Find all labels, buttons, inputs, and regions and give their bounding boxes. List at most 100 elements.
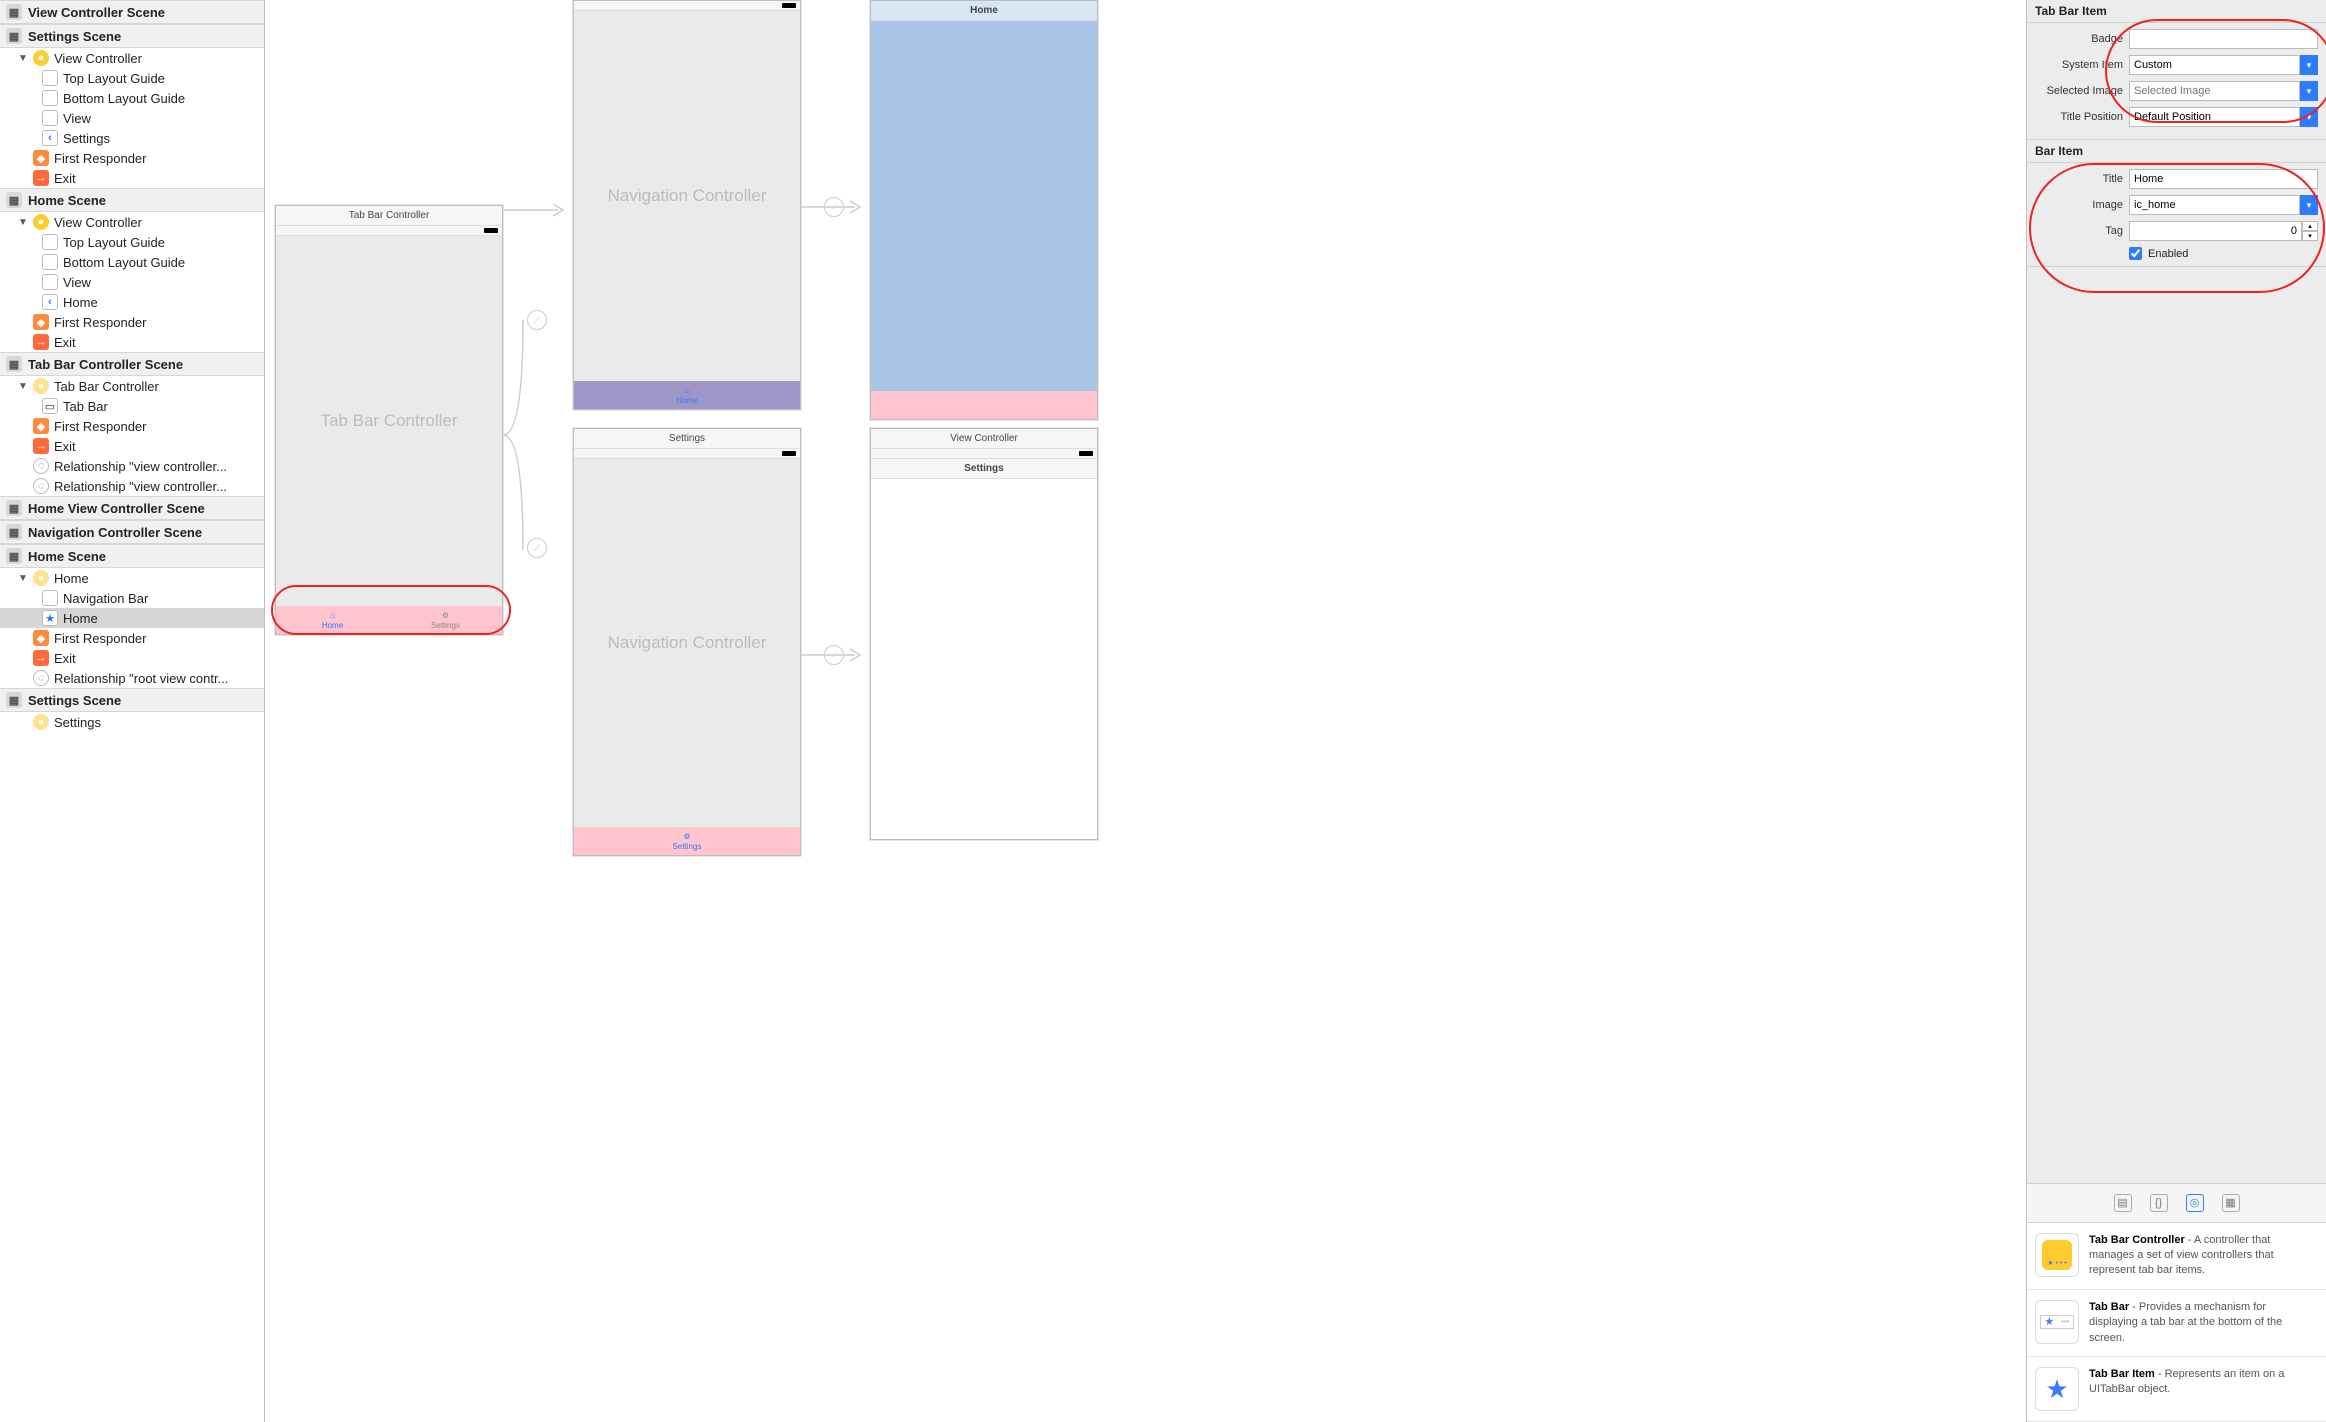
disclosure-triangle-icon[interactable]: ▼ (18, 53, 28, 64)
tab-bar[interactable]: ⌂ Home ⚙ Settings (276, 606, 502, 634)
title-input[interactable] (2129, 169, 2318, 189)
outline-row[interactable]: ▼●Home (0, 568, 264, 588)
scene-tabbar-controller[interactable]: Tab Bar Controller Tab Bar Controller ⌂ … (275, 205, 503, 635)
tab-settings[interactable]: ⚙ Settings (389, 606, 502, 634)
exit-icon: → (33, 334, 49, 350)
outline-row[interactable]: ▼●Tab Bar Controller (0, 376, 264, 396)
outline-row[interactable]: →Exit (0, 168, 264, 188)
outline-row[interactable]: ‹ Home (0, 292, 264, 312)
cube-icon: ◆ (33, 314, 49, 330)
disclosure-triangle-icon[interactable]: ▼ (18, 381, 28, 392)
object-library[interactable]: ★ • • •Tab Bar Controller - A controller… (2027, 1223, 2326, 1422)
dropdown-button[interactable]: ▾ (2300, 55, 2318, 75)
library-item[interactable]: ★Tab Bar Item - Represents an item on a … (2027, 1357, 2326, 1422)
badge-input[interactable] (2129, 29, 2318, 49)
dropdown-button[interactable]: ▾ (2300, 107, 2318, 127)
library-item[interactable]: ★ • • •Tab Bar Controller - A controller… (2027, 1223, 2326, 1290)
outline-row[interactable]: ◆First Responder (0, 416, 264, 436)
vc-w-icon: ● (33, 714, 49, 730)
outline-row[interactable]: Navigation Bar (0, 588, 264, 608)
scene-header[interactable]: ▦View Controller Scene (0, 0, 264, 24)
outline-label: Home (54, 571, 89, 586)
tab-settings: ⚙ Settings (574, 827, 800, 855)
outline-label: Settings (63, 131, 110, 146)
cube-icon: ◆ (33, 630, 49, 646)
selected-image-input[interactable] (2129, 81, 2300, 101)
enabled-checkbox[interactable] (2129, 247, 2142, 260)
scene-header[interactable]: ▦Tab Bar Controller Scene (0, 352, 264, 376)
outline-row[interactable]: ◆First Responder (0, 628, 264, 648)
outline-row[interactable]: ★Home (0, 608, 264, 628)
outline-row[interactable]: ◆First Responder (0, 148, 264, 168)
outline-row[interactable]: →Exit (0, 332, 264, 352)
outline-row[interactable]: View (0, 272, 264, 292)
bottom-bar (871, 391, 1097, 419)
tab-label: Settings (673, 842, 702, 851)
outline-row[interactable]: ◌Relationship "view controller... (0, 456, 264, 476)
tab-home: ⌂ Home (574, 381, 800, 409)
image-input[interactable] (2129, 195, 2300, 215)
disclosure-triangle-icon[interactable]: ▼ (18, 217, 28, 228)
disclosure-triangle-icon[interactable]: ▼ (18, 573, 28, 584)
outline-row[interactable]: →Exit (0, 436, 264, 456)
outline-row[interactable]: →Exit (0, 648, 264, 668)
outline-row[interactable]: ◌Relationship "view controller... (0, 476, 264, 496)
outline-row[interactable]: View (0, 108, 264, 128)
scene-nav-controller-settings[interactable]: Settings Navigation Controller ⚙ Setting… (573, 428, 801, 856)
outline-row[interactable]: Bottom Layout Guide (0, 252, 264, 272)
file-template-tab-icon[interactable]: ▤ (2114, 1194, 2132, 1212)
library-tabs[interactable]: ▤ {} ◎ ▦ (2027, 1183, 2326, 1223)
nav-title: Settings (574, 429, 800, 449)
scene-header[interactable]: ▦Settings Scene (0, 24, 264, 48)
scene-header[interactable]: ▦Navigation Controller Scene (0, 520, 264, 544)
scene-home-vc[interactable]: Home (870, 0, 1098, 420)
scene-header[interactable]: ▦Settings Scene (0, 688, 264, 712)
outline-row[interactable]: ▼●View Controller (0, 48, 264, 68)
outline-label: Top Layout Guide (63, 235, 165, 250)
outline-label: Home (63, 295, 98, 310)
outline-row[interactable]: Bottom Layout Guide (0, 88, 264, 108)
library-item[interactable]: ★•••Tab Bar - Provides a mechanism for d… (2027, 1290, 2326, 1357)
rel-icon: ◌ (33, 670, 49, 686)
outline-row[interactable]: ▭ Tab Bar (0, 396, 264, 416)
back-icon: ‹ (42, 294, 58, 310)
tabbar-icon: ▭ (42, 398, 58, 414)
outline-label: View (63, 111, 91, 126)
scene-icon: ▦ (6, 500, 22, 516)
scene-header[interactable]: ▦Home View Controller Scene (0, 496, 264, 520)
outline-row[interactable]: ●Settings (0, 712, 264, 732)
dropdown-button[interactable]: ▾ (2300, 81, 2318, 101)
object-library-tab-icon[interactable]: ◎ (2186, 1194, 2204, 1212)
outline-row[interactable]: ‹Settings (0, 128, 264, 148)
scene-title: Home Scene (28, 193, 106, 208)
outline-row[interactable]: ◌Relationship "root view contr... (0, 668, 264, 688)
media-library-tab-icon[interactable]: ▦ (2222, 1194, 2240, 1212)
outline-label: View Controller (54, 215, 142, 230)
outline-row[interactable]: Top Layout Guide (0, 232, 264, 252)
scene-header[interactable]: ▦Home Scene (0, 188, 264, 212)
scene-header[interactable]: ▦Home Scene (0, 544, 264, 568)
outline-label: Tab Bar (63, 399, 108, 414)
outline-row[interactable]: ◆First Responder (0, 312, 264, 332)
document-outline[interactable]: ▦View Controller Scene▦Settings Scene▼●V… (0, 0, 265, 1422)
tab-label: Settings (431, 621, 460, 630)
outline-row[interactable]: Top Layout Guide (0, 68, 264, 88)
scene-settings-vc[interactable]: View Controller Settings (870, 428, 1098, 840)
dropdown-button[interactable]: ▾ (2300, 195, 2318, 215)
scene-nav-controller-home[interactable]: Navigation Controller ⌂ Home (573, 0, 801, 410)
system-item-select[interactable] (2129, 55, 2300, 75)
storyboard-canvas[interactable]: Tab Bar Controller Tab Bar Controller ⌂ … (265, 0, 2026, 1422)
code-snippet-tab-icon[interactable]: {} (2150, 1194, 2168, 1212)
outline-label: Top Layout Guide (63, 71, 165, 86)
title-position-select[interactable] (2129, 107, 2300, 127)
scene-title: Settings Scene (28, 693, 121, 708)
tab-home[interactable]: ⌂ Home (276, 606, 389, 634)
tag-stepper[interactable]: ▴▾ (2302, 221, 2318, 241)
arrow-icon (800, 197, 870, 217)
scene-title: View Controller Scene (28, 5, 165, 20)
outline-row[interactable]: ▼●View Controller (0, 212, 264, 232)
gear-icon: ⚙ (683, 832, 690, 841)
outline-label: First Responder (54, 151, 146, 166)
scene-header: Tab Bar Controller (276, 206, 502, 226)
tag-input[interactable] (2129, 221, 2302, 241)
